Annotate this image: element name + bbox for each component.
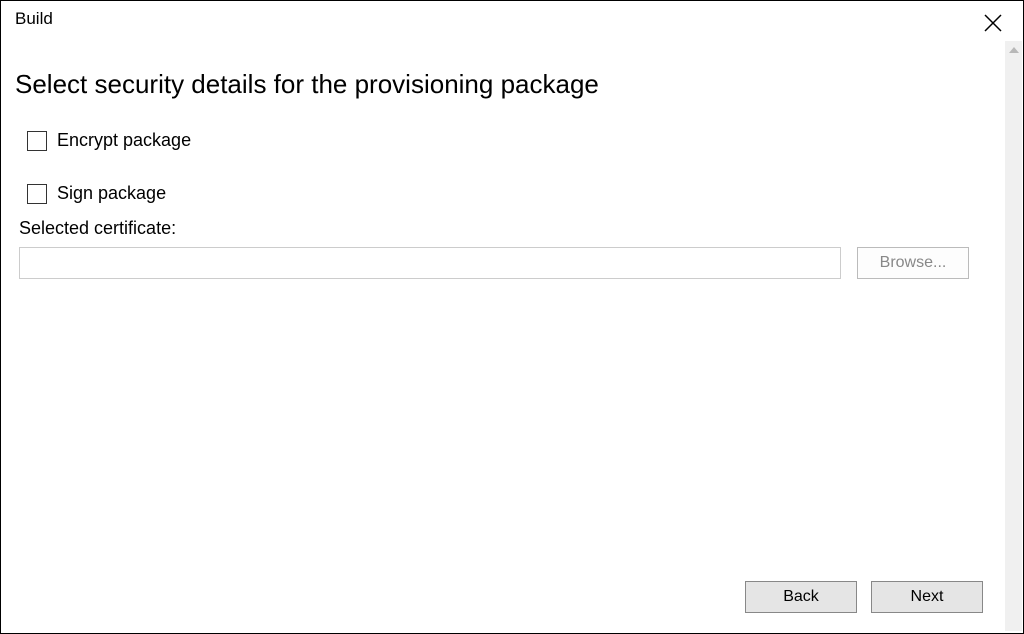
close-button[interactable] <box>981 11 1005 35</box>
content-area: Select security details for the provisio… <box>1 41 1023 633</box>
back-button[interactable]: Back <box>745 581 857 613</box>
footer-buttons: Back Next <box>745 581 983 613</box>
sign-package-checkbox[interactable] <box>27 184 47 204</box>
selected-certificate-label: Selected certificate: <box>19 218 1009 239</box>
browse-button[interactable]: Browse... <box>857 247 969 279</box>
window-title: Build <box>15 9 53 29</box>
certificate-row: Browse... <box>19 247 1009 279</box>
close-icon <box>984 14 1002 32</box>
encrypt-package-row: Encrypt package <box>27 130 1009 151</box>
sign-package-row: Sign package <box>27 183 1009 204</box>
page-heading: Select security details for the provisio… <box>15 69 1009 100</box>
encrypt-package-label: Encrypt package <box>57 130 191 151</box>
titlebar: Build <box>1 1 1023 41</box>
certificate-input[interactable] <box>19 247 841 279</box>
next-button[interactable]: Next <box>871 581 983 613</box>
sign-package-label: Sign package <box>57 183 166 204</box>
encrypt-package-checkbox[interactable] <box>27 131 47 151</box>
